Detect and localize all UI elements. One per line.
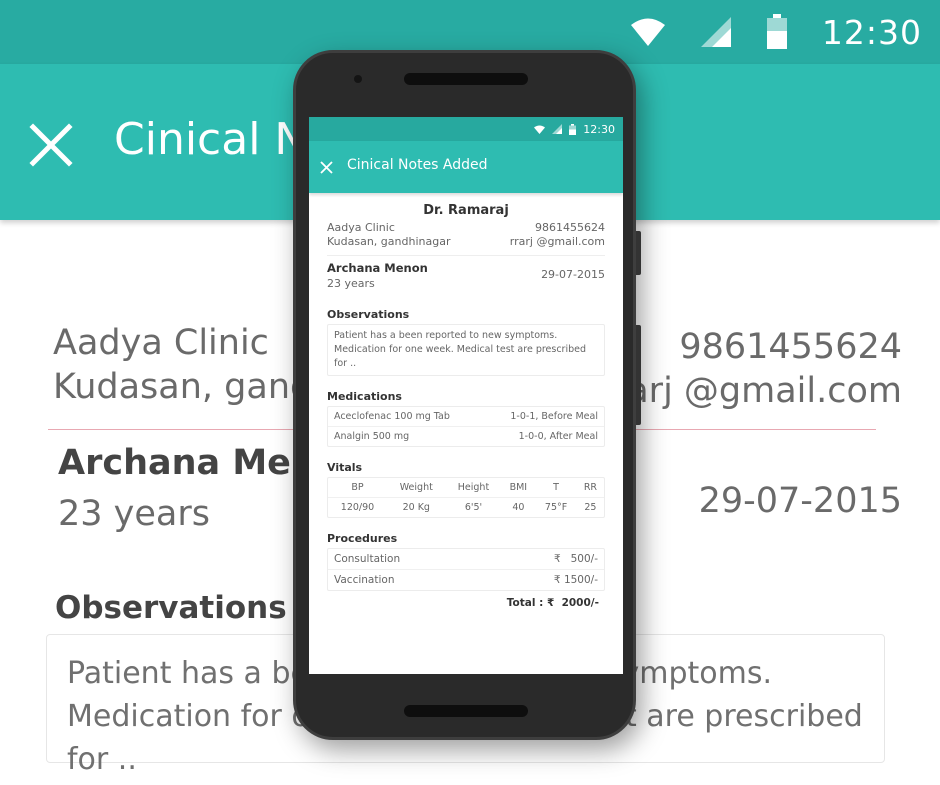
table-header: RR xyxy=(576,478,604,498)
table-cell: 20 Kg xyxy=(402,502,430,513)
medication-dosage: 1-0-1, Before Meal xyxy=(510,411,598,422)
procedures-heading: Procedures xyxy=(327,532,398,545)
medication-dosage: 1-0-0, After Meal xyxy=(518,431,598,442)
vitals-heading: Vitals xyxy=(327,461,363,474)
medication-name: Analgin 500 mg xyxy=(334,431,410,442)
medications-heading: Medications xyxy=(327,390,402,403)
total-row: Total : ₹ 2000/- xyxy=(327,591,605,609)
close-icon[interactable] xyxy=(28,122,74,168)
phone-content: Dr. Ramaraj Aadya Clinic 9861455624 Kuda… xyxy=(309,193,623,609)
clinic-phone: 9861455624 xyxy=(535,221,605,234)
phone-app-bar: Cinical Notes Added xyxy=(309,141,623,193)
top-speaker xyxy=(404,73,528,85)
procedures-list: Consultation ₹ 500/- Vaccination ₹ 1500/… xyxy=(327,548,605,591)
total-label: Total : xyxy=(506,597,544,609)
phone-status-icons: 12:30 xyxy=(534,121,615,137)
list-item: Vaccination ₹ 1500/- xyxy=(328,570,604,590)
visit-date: 29-07-2015 xyxy=(541,268,605,281)
procedure-price: ₹ 1500/- xyxy=(553,574,598,586)
clinic-name: Aadya Clinic xyxy=(53,323,269,363)
clinic-row-1: Aadya Clinic 9861455624 xyxy=(327,221,605,235)
table-header-row: BP Weight Height BMI T RR xyxy=(328,478,604,498)
wifi-icon xyxy=(534,125,546,134)
phone-status-time: 12:30 xyxy=(583,122,615,136)
patient-row: Archana Menon 23 years 29-07-2015 xyxy=(327,260,605,292)
patient-age: 23 years xyxy=(327,277,375,290)
clinic-phone: 9861455624 xyxy=(679,327,902,367)
bottom-speaker xyxy=(404,705,528,717)
procedure-name: Vaccination xyxy=(334,574,395,586)
table-cell: 40 xyxy=(512,502,525,513)
status-time: 12:30 xyxy=(821,12,922,52)
visit-date: 29-07-2015 xyxy=(698,481,902,521)
list-item: Aceclofenac 100 mg Tab 1-0-1, Before Mea… xyxy=(328,407,604,427)
divider xyxy=(327,255,605,256)
procedure-price: ₹ 500/- xyxy=(553,553,598,565)
wifi-icon xyxy=(630,18,665,46)
cellular-signal-icon xyxy=(552,124,563,134)
total-value: ₹ 2000/- xyxy=(546,597,599,609)
volume-button xyxy=(636,231,641,275)
clinic-email: rrarj @gmail.com xyxy=(599,371,902,411)
table-header: T xyxy=(535,478,577,498)
table-cell: 6'5' xyxy=(464,502,483,513)
power-button xyxy=(636,325,641,425)
phone-status-bar: 12:30 xyxy=(309,117,623,141)
status-icons: 12:30 xyxy=(630,12,922,52)
clinic-name: Aadya Clinic xyxy=(327,221,395,234)
table-header: BMI xyxy=(501,478,536,498)
table-header: Weight xyxy=(387,478,446,498)
observations-text: Patient has a been reported to new sympt… xyxy=(327,324,605,376)
clinic-address: Kudasan, gandhinagar xyxy=(327,235,451,248)
vitals-table-box: BP Weight Height BMI T RR 120/90 20 Kg 6… xyxy=(327,477,605,518)
table-header: Height xyxy=(445,478,502,498)
battery-icon xyxy=(766,14,787,49)
close-icon[interactable] xyxy=(320,161,333,174)
table-cell: 25 xyxy=(584,502,597,513)
table-cell: 75°F xyxy=(544,502,568,513)
list-item: Analgin 500 mg 1-0-0, After Meal xyxy=(328,427,604,446)
table-header: BP xyxy=(328,478,388,498)
patient-age: 23 years xyxy=(58,494,210,534)
medications-list: Aceclofenac 100 mg Tab 1-0-1, Before Mea… xyxy=(327,406,605,447)
patient-info: Archana Menon 23 years xyxy=(327,260,428,292)
phone-mockup: 12:30 Cinical Notes Added Dr. Ramaraj Aa… xyxy=(293,50,641,740)
observations-heading: Observations xyxy=(327,308,410,321)
list-item: Consultation ₹ 500/- xyxy=(328,549,604,570)
procedure-name: Consultation xyxy=(334,553,401,565)
observations-heading: Observations xyxy=(55,590,287,626)
doctor-name: Dr. Ramaraj xyxy=(423,203,509,218)
clinic-row-2: Kudasan, gandhinagar rrarj @gmail.com xyxy=(327,235,605,249)
patient-name: Archana Menon xyxy=(327,261,428,275)
battery-icon xyxy=(569,123,577,135)
vitals-table: BP Weight Height BMI T RR 120/90 20 Kg 6… xyxy=(328,478,604,517)
clinic-email: rrarj @gmail.com xyxy=(509,235,605,248)
phone-page-title: Cinical Notes Added xyxy=(347,157,488,173)
table-cell: 120/90 xyxy=(340,502,375,513)
table-row: 120/90 20 Kg 6'5' 40 75°F 25 xyxy=(328,498,604,518)
cellular-signal-icon xyxy=(700,17,731,47)
phone-screen: 12:30 Cinical Notes Added Dr. Ramaraj Aa… xyxy=(309,117,623,674)
camera-dot xyxy=(354,75,362,83)
medication-name: Aceclofenac 100 mg Tab xyxy=(334,411,450,422)
